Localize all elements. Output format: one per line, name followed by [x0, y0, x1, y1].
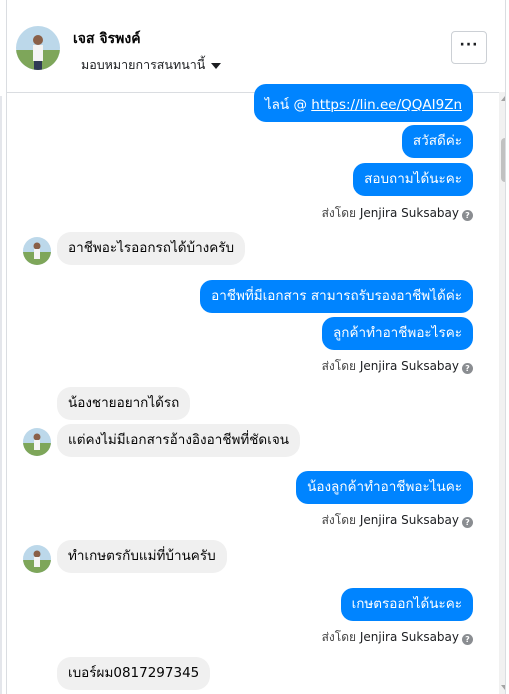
message-text: ไลน์ @: [264, 97, 312, 113]
message-text: อาชีพอะไรออกรถได้บ้างครับ: [68, 240, 235, 256]
message-text: ลูกค้าทำอาชีพอะไรคะ: [333, 325, 462, 341]
message-text: เบอร์ผม0817297345: [68, 665, 200, 681]
right-edge: [505, 0, 509, 694]
sent-by-label: ส่งโดย Jenjira Suksabay?: [322, 511, 473, 530]
message-text: สวัสดีค่ะ: [412, 133, 462, 149]
info-icon[interactable]: ?: [462, 210, 473, 221]
outgoing-message: สวัสดีค่ะ: [401, 125, 473, 158]
message-text: สอบถามได้นะคะ: [364, 171, 462, 187]
sender-name: Jenjira Suksabay: [359, 206, 459, 220]
conversation-header: เจส จิรพงค์ มอบหมายการสนทนานี้ ···: [7, 0, 505, 93]
more-options-button[interactable]: ···: [451, 31, 487, 64]
outgoing-message: อาชีพที่มีเอกสาร สามารถรับรองอาชีพได้ค่ะ: [200, 280, 473, 313]
incoming-message: แต่คงไม่มีเอกสารอ้างอิงอาชีพที่ชัดเจน: [57, 424, 300, 457]
message-text: อาชีพที่มีเอกสาร สามารถรับรองอาชีพได้ค่ะ: [211, 288, 462, 304]
sender-name: Jenjira Suksabay: [359, 630, 459, 644]
sender-name: Jenjira Suksabay: [359, 359, 459, 373]
sent-by-prefix: ส่งโดย: [321, 630, 357, 644]
outgoing-message: เกษตรออกได้นะคะ: [340, 588, 473, 621]
left-edge-bar: [0, 96, 2, 694]
sent-by-prefix: ส่งโดย: [321, 359, 357, 373]
assign-conversation-label: มอบหมายการสนทนานี้: [81, 57, 206, 72]
info-icon[interactable]: ?: [462, 363, 473, 374]
sent-by-label: ส่งโดย Jenjira Suksabay?: [322, 628, 473, 647]
outgoing-message: ไลน์ @ https://lin.ee/QQAI9Zn: [253, 84, 473, 122]
sender-name: Jenjira Suksabay: [359, 513, 459, 527]
sent-by-prefix: ส่งโดย: [321, 513, 357, 527]
message-text: น้องชายอยากได้รถ: [68, 395, 180, 411]
caret-down-icon: [211, 62, 222, 69]
avatar: [23, 428, 51, 456]
message-text: น้องลูกค้าทำอาชีพอะไนคะ: [307, 479, 462, 495]
avatar: [23, 545, 51, 573]
message-text: ทำเกษตรกับแม่ที่บ้านครับ: [68, 548, 216, 564]
message-text: แต่คงไม่มีเอกสารอ้างอิงอาชีพที่ชัดเจน: [68, 432, 289, 448]
incoming-message: เบอร์ผม0817297345: [57, 657, 211, 690]
more-icon: ···: [459, 37, 479, 53]
outgoing-message: น้องลูกค้าทำอาชีพอะไนคะ: [296, 471, 473, 504]
info-icon[interactable]: ?: [462, 634, 473, 645]
sent-by-prefix: ส่งโดย: [321, 206, 357, 220]
sent-by-label: ส่งโดย Jenjira Suksabay?: [322, 204, 473, 223]
conversation-panel: เจส จิรพงค์ มอบหมายการสนทนานี้ ··· ไลน์ …: [6, 0, 509, 694]
incoming-message: ทำเกษตรกับแม่ที่บ้านครับ: [57, 540, 227, 573]
message-text: เกษตรออกได้นะคะ: [351, 596, 462, 612]
message-link[interactable]: https://lin.ee/QQAI9Zn: [311, 97, 462, 113]
incoming-message: อาชีพอะไรออกรถได้บ้างครับ: [57, 232, 246, 265]
assign-conversation-dropdown[interactable]: มอบหมายการสนทนานี้: [81, 55, 222, 75]
sent-by-label: ส่งโดย Jenjira Suksabay?: [322, 357, 473, 376]
info-icon[interactable]: ?: [462, 517, 473, 528]
contact-name: เจส จิรพงค์: [73, 31, 141, 47]
outgoing-message: ลูกค้าทำอาชีพอะไรคะ: [322, 317, 473, 350]
avatar[interactable]: [16, 26, 60, 70]
incoming-message: น้องชายอยากได้รถ: [57, 387, 191, 420]
avatar: [23, 237, 51, 265]
outgoing-message: สอบถามได้นะคะ: [353, 163, 473, 196]
